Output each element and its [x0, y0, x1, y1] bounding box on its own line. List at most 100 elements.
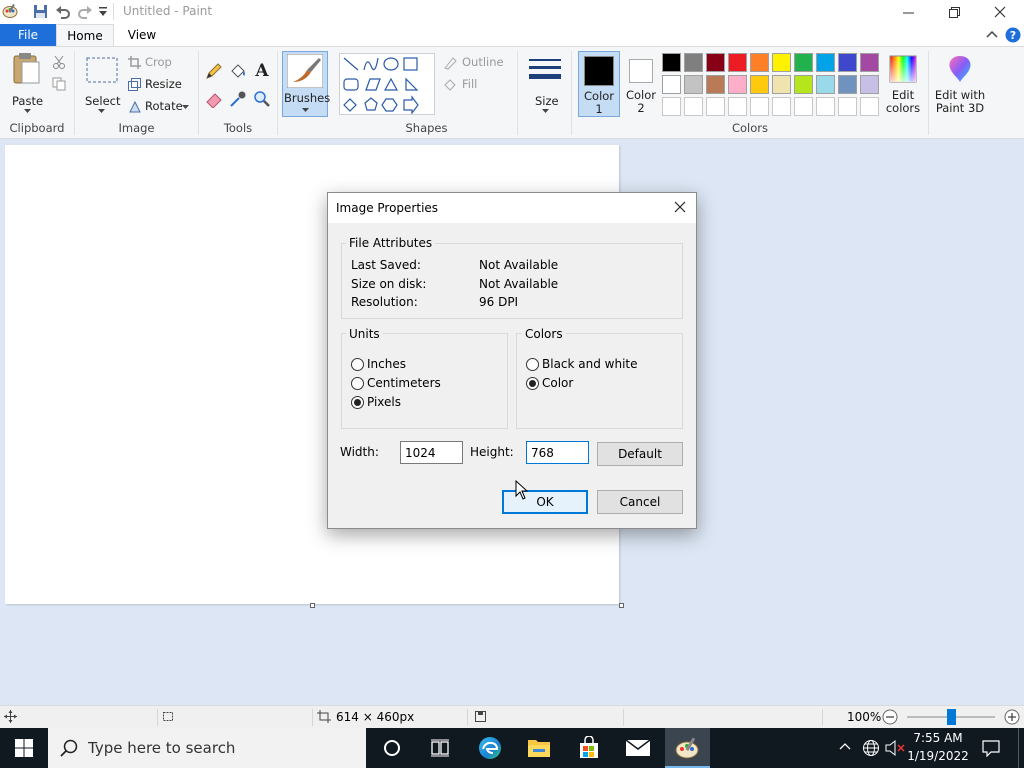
width-input[interactable]	[400, 441, 463, 464]
edge-browser-icon[interactable]	[478, 736, 502, 760]
palette-color-swatch[interactable]	[838, 53, 857, 72]
zoom-slider[interactable]	[907, 706, 995, 728]
outline-button[interactable]: Outline	[443, 54, 521, 72]
default-button[interactable]: Default	[597, 442, 683, 466]
palette-color-swatch[interactable]	[662, 53, 681, 72]
palette-color-swatch[interactable]	[750, 75, 769, 94]
palette-color-swatch[interactable]	[860, 75, 879, 94]
palette-custom-color-slot[interactable]	[772, 97, 791, 116]
units-pixels-radio[interactable]: Pixels	[350, 394, 470, 410]
redo-icon[interactable]	[77, 4, 93, 19]
windows-start-icon[interactable]	[15, 739, 33, 757]
palette-color-swatch[interactable]	[750, 53, 769, 72]
colors-color-radio[interactable]: Color	[525, 375, 665, 391]
notifications-icon[interactable]	[982, 739, 1000, 757]
colors-black-and-white-radio[interactable]: Black and white	[525, 356, 665, 372]
resize-button[interactable]: Resize	[127, 76, 187, 94]
palette-custom-color-slot[interactable]	[706, 97, 725, 116]
units-inches-radio[interactable]: Inches	[350, 356, 470, 372]
brushes-button[interactable]: Brushes	[282, 51, 330, 117]
restore-button[interactable]	[931, 0, 977, 24]
zoom-slider-thumb[interactable]	[947, 709, 956, 725]
palette-color-swatch[interactable]	[772, 53, 791, 72]
zoom-in-icon[interactable]	[1004, 709, 1020, 725]
units-centimeters-radio[interactable]: Centimeters	[350, 375, 470, 391]
edit-colors-button[interactable]: Edit colors	[883, 51, 923, 117]
canvas-resize-handle-corner[interactable]	[619, 603, 624, 608]
palette-color-swatch[interactable]	[838, 75, 857, 94]
palette-custom-color-slot[interactable]	[816, 97, 835, 116]
palette-custom-color-slot[interactable]	[750, 97, 769, 116]
cut-icon[interactable]	[52, 55, 66, 69]
palette-custom-color-slot[interactable]	[860, 97, 879, 116]
help-icon[interactable]: ?	[1005, 27, 1021, 43]
fill-button[interactable]: Fill	[443, 76, 503, 94]
palette-custom-color-slot[interactable]	[662, 97, 681, 116]
minimize-button[interactable]	[885, 0, 931, 24]
palette-custom-color-slot[interactable]	[684, 97, 703, 116]
tab-home[interactable]: Home	[56, 24, 114, 46]
palette-color-swatch[interactable]	[728, 75, 747, 94]
palette-custom-color-slot[interactable]	[838, 97, 857, 116]
palette-color-swatch[interactable]	[728, 53, 747, 72]
palette-custom-color-slot[interactable]	[728, 97, 747, 116]
color-picker-icon[interactable]	[229, 90, 247, 108]
clock-time[interactable]: 7:55 AM	[913, 731, 963, 745]
volume-muted-icon[interactable]	[885, 739, 905, 757]
text-icon[interactable]: A	[253, 61, 271, 79]
palette-color-swatch[interactable]	[706, 53, 725, 72]
zoom-out-icon[interactable]	[882, 709, 898, 725]
shapes-scroll[interactable]	[425, 55, 433, 113]
cancel-button[interactable]: Cancel	[597, 490, 683, 514]
cortana-icon[interactable]	[383, 739, 401, 757]
palette-color-swatch[interactable]	[794, 75, 813, 94]
file-explorer-icon[interactable]	[527, 737, 551, 759]
size-button[interactable]: Size	[525, 51, 565, 117]
eraser-icon[interactable]	[205, 90, 223, 108]
palette-color-swatch[interactable]	[684, 53, 703, 72]
taskbar-paint-app[interactable]	[665, 728, 710, 768]
paste-button[interactable]: Paste	[6, 51, 50, 117]
canvas-resize-handle-bottom[interactable]	[310, 603, 315, 608]
palette-custom-color-slot[interactable]	[794, 97, 813, 116]
chevron-down-icon	[182, 105, 189, 109]
clock-date[interactable]: 1/19/2022	[906, 749, 970, 763]
palette-color-swatch[interactable]	[860, 53, 879, 72]
show-desktop-divider[interactable]	[1018, 728, 1019, 768]
rotate-button[interactable]: Rotate	[127, 98, 191, 116]
color1-button[interactable]: Color 1	[578, 51, 620, 117]
restore-icon	[948, 6, 960, 18]
magnifier-icon[interactable]	[253, 90, 271, 108]
minimize-ribbon-icon[interactable]	[986, 29, 998, 39]
show-hidden-icons-chevron-icon[interactable]	[839, 742, 851, 750]
microsoft-store-icon[interactable]	[577, 736, 601, 760]
tab-view[interactable]: View	[114, 24, 170, 46]
save-icon[interactable]	[33, 4, 48, 19]
pencil-icon[interactable]	[205, 62, 223, 80]
close-button[interactable]	[977, 0, 1023, 24]
crop-button[interactable]: Crop	[127, 54, 187, 72]
select-button[interactable]: Select	[82, 51, 122, 117]
network-globe-icon[interactable]	[862, 739, 880, 757]
color2-button[interactable]: Color 2	[622, 51, 660, 117]
task-view-icon[interactable]	[431, 739, 449, 757]
dialog-close-icon[interactable]	[674, 201, 686, 213]
fill-icon[interactable]	[229, 62, 247, 80]
paint-app-icon[interactable]	[2, 3, 18, 19]
edit-with-paint3d-button[interactable]: Edit with Paint 3D	[932, 51, 988, 117]
palette-color-swatch[interactable]	[816, 75, 835, 94]
height-input[interactable]	[526, 441, 589, 464]
taskbar-search-box[interactable]: Type here to search	[48, 728, 366, 768]
customize-quick-access-icon[interactable]	[98, 6, 108, 18]
tab-file[interactable]: File	[0, 24, 56, 46]
mail-icon[interactable]	[625, 738, 651, 758]
palette-color-swatch[interactable]	[816, 53, 835, 72]
palette-color-swatch[interactable]	[772, 75, 791, 94]
copy-icon[interactable]	[52, 77, 66, 91]
palette-color-swatch[interactable]	[706, 75, 725, 94]
palette-color-swatch[interactable]	[684, 75, 703, 94]
shapes-gallery[interactable]	[339, 53, 435, 115]
undo-icon[interactable]	[55, 4, 71, 19]
palette-color-swatch[interactable]	[794, 53, 813, 72]
palette-color-swatch[interactable]	[662, 75, 681, 94]
